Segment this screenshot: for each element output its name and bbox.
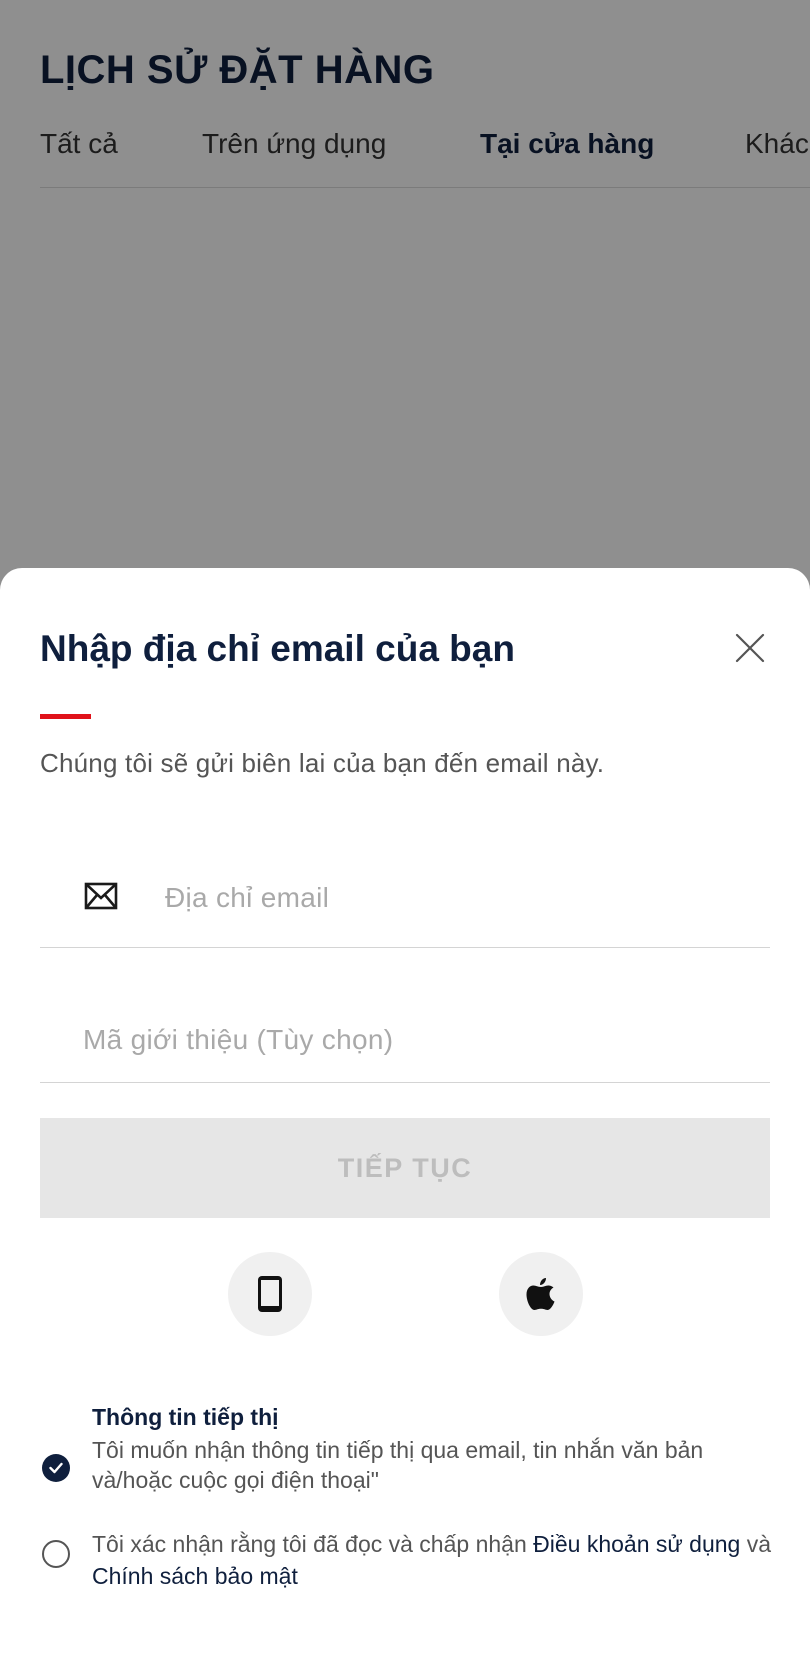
terms-of-use-link[interactable]: Điều khoản sử dụng <box>533 1531 740 1557</box>
checkmark-icon <box>49 1462 63 1474</box>
phone-login-button[interactable] <box>228 1252 312 1336</box>
email-bottom-sheet: Nhập địa chỉ email của bạn Chúng tôi sẽ … <box>0 568 810 1663</box>
sheet-subtitle: Chúng tôi sẽ gửi biên lai của bạn đến em… <box>40 748 605 778</box>
close-icon <box>735 633 765 663</box>
referral-field <box>40 988 770 1083</box>
privacy-policy-link[interactable]: Chính sách bảo mật <box>92 1563 298 1589</box>
email-input[interactable] <box>165 872 745 924</box>
accent-divider <box>40 714 91 719</box>
marketing-checkbox[interactable] <box>42 1454 70 1482</box>
apple-icon <box>526 1278 555 1310</box>
marketing-text: Tôi muốn nhận thông tin tiếp thị qua ema… <box>92 1437 704 1493</box>
marketing-title: Thông tin tiếp thị <box>92 1404 279 1430</box>
referral-code-input[interactable] <box>83 1014 723 1066</box>
phone-icon <box>258 1276 282 1312</box>
mail-icon <box>84 882 118 910</box>
email-field <box>40 868 770 948</box>
terms-prefix: Tôi xác nhận rằng tôi đã đọc và chấp nhậ… <box>92 1531 534 1557</box>
terms-conjunction: và <box>740 1531 772 1557</box>
apple-login-button[interactable] <box>499 1252 583 1336</box>
terms-text: Tôi xác nhận rằng tôi đã đọc và chấp nhậ… <box>92 1528 772 1592</box>
continue-button[interactable]: TIẾP TỤC <box>40 1118 770 1218</box>
close-button[interactable] <box>730 628 770 668</box>
sheet-title: Nhập địa chỉ email của bạn <box>40 628 515 669</box>
terms-checkbox[interactable] <box>42 1540 70 1568</box>
